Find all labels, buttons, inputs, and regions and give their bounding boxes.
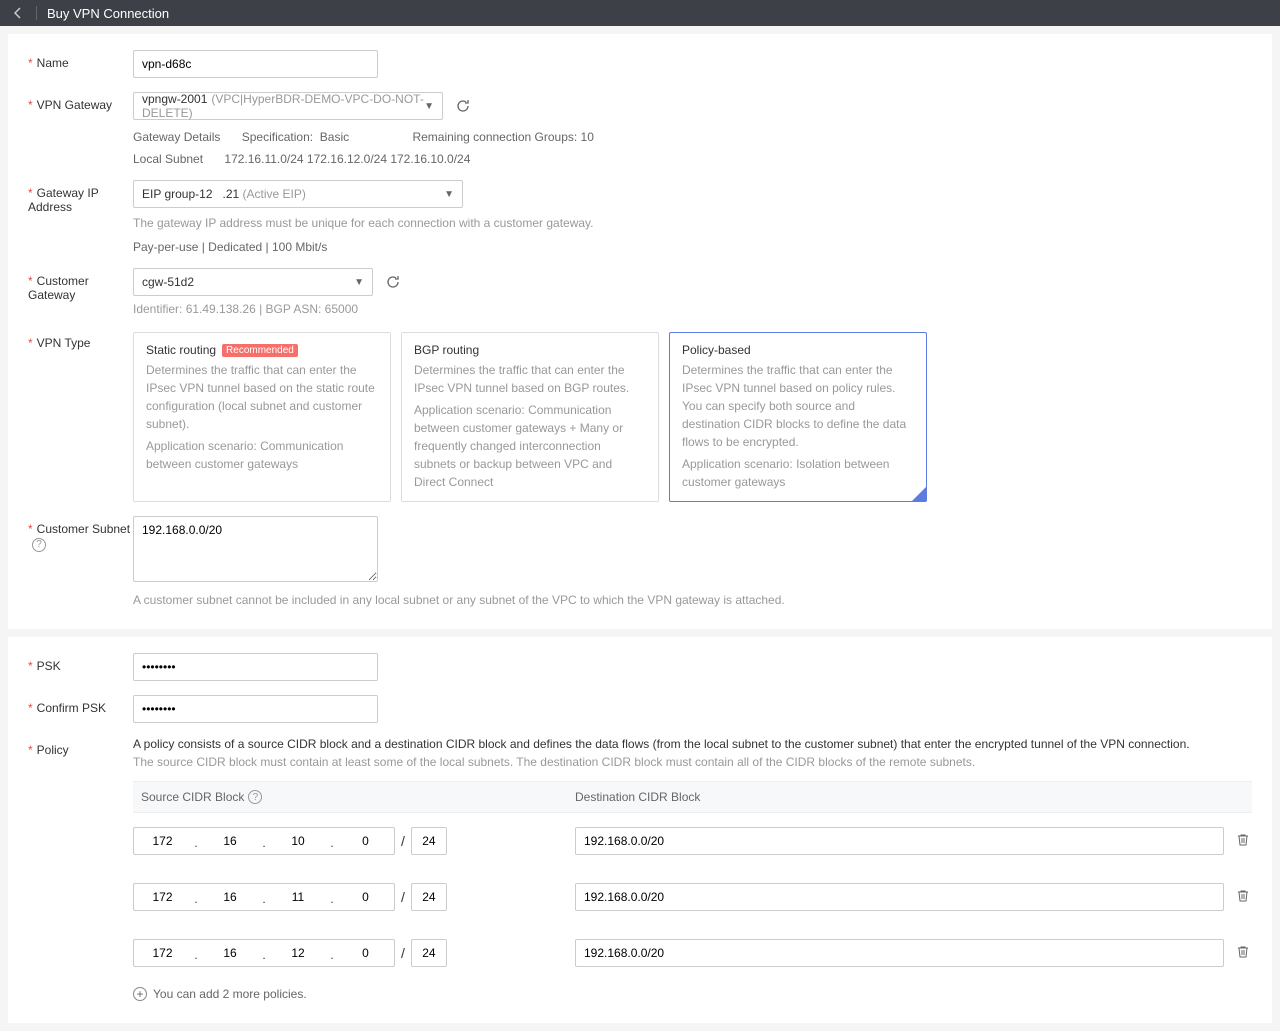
src-octet-4[interactable] bbox=[337, 827, 395, 855]
src-octet-3[interactable] bbox=[269, 939, 327, 967]
chevron-down-icon: ▼ bbox=[444, 189, 454, 200]
vpn-type-bgp[interactable]: BGP routing Determines the traffic that … bbox=[401, 332, 659, 502]
src-octet-4[interactable] bbox=[337, 939, 395, 967]
add-policy-link[interactable]: + You can add 2 more policies. bbox=[133, 987, 1252, 1001]
label-customer-subnet: *Customer Subnet ? bbox=[28, 516, 133, 552]
plus-icon: + bbox=[133, 987, 147, 1001]
dot: . bbox=[327, 939, 337, 967]
label-name: *Name bbox=[28, 50, 133, 70]
confirm-psk-input[interactable] bbox=[133, 695, 378, 723]
vpn-gateway-select[interactable]: vpngw-2001(VPC|HyperBDR-DEMO-VPC-DO-NOT-… bbox=[133, 92, 443, 120]
gateway-ip-billing: Pay-per-use | Dedicated | 100 Mbit/s bbox=[133, 240, 1252, 254]
policy-row: . . . / bbox=[133, 813, 1252, 869]
policy-row: . . . / bbox=[133, 925, 1252, 981]
label-policy: *Policy bbox=[28, 737, 133, 757]
chevron-left-icon bbox=[14, 7, 22, 19]
refresh-vpn-gateway[interactable] bbox=[453, 96, 473, 116]
dst-cidr-input[interactable] bbox=[575, 939, 1224, 967]
src-octet-4[interactable] bbox=[337, 883, 395, 911]
delete-policy-button[interactable] bbox=[1236, 889, 1252, 905]
src-octet-3[interactable] bbox=[269, 827, 327, 855]
src-octet-2[interactable] bbox=[201, 883, 259, 911]
chevron-down-icon: ▼ bbox=[354, 277, 364, 288]
refresh-icon bbox=[386, 275, 400, 289]
slash: / bbox=[401, 945, 405, 961]
gateway-details-line: Gateway Details Specification: Basic Rem… bbox=[133, 130, 1252, 144]
src-octet-2[interactable] bbox=[201, 939, 259, 967]
label-confirm-psk: *Confirm PSK bbox=[28, 695, 133, 715]
label-gateway-ip: *Gateway IP Address bbox=[28, 180, 133, 214]
name-input[interactable] bbox=[133, 50, 378, 78]
policy-hint: The source CIDR block must contain at le… bbox=[133, 755, 1252, 769]
dot: . bbox=[327, 827, 337, 855]
chevron-down-icon: ▼ bbox=[424, 101, 434, 112]
page-header: Buy VPN Connection bbox=[0, 0, 1280, 26]
customer-subnet-hint: A customer subnet cannot be included in … bbox=[133, 593, 1252, 607]
trash-icon bbox=[1236, 833, 1250, 847]
policy-desc: A policy consists of a source CIDR block… bbox=[133, 737, 1252, 751]
refresh-icon bbox=[456, 99, 470, 113]
back-button[interactable] bbox=[10, 5, 26, 21]
policy-table-header: Source CIDR Block? Destination CIDR Bloc… bbox=[133, 781, 1252, 813]
gateway-ip-hint: The gateway IP address must be unique fo… bbox=[133, 216, 1252, 230]
help-icon[interactable]: ? bbox=[248, 790, 262, 804]
src-octet-1[interactable] bbox=[133, 939, 191, 967]
local-subnet-line: Local Subnet 172.16.11.0/24 172.16.12.0/… bbox=[133, 152, 1252, 166]
label-customer-gateway: *Customer Gateway bbox=[28, 268, 133, 302]
src-mask[interactable] bbox=[411, 883, 447, 911]
label-vpn-type: *VPN Type bbox=[28, 330, 133, 350]
page-title: Buy VPN Connection bbox=[47, 6, 169, 21]
vpn-type-cards: Static routingRecommended Determines the… bbox=[133, 332, 1252, 502]
dot: . bbox=[191, 827, 201, 855]
dst-cidr-input[interactable] bbox=[575, 827, 1224, 855]
trash-icon bbox=[1236, 945, 1250, 959]
psk-input[interactable] bbox=[133, 653, 378, 681]
slash: / bbox=[401, 833, 405, 849]
refresh-customer-gateway[interactable] bbox=[383, 272, 403, 292]
delete-policy-button[interactable] bbox=[1236, 833, 1252, 849]
dot: . bbox=[327, 883, 337, 911]
trash-icon bbox=[1236, 889, 1250, 903]
panel-psk-policy: *PSK *Confirm PSK *Policy A policy consi… bbox=[8, 637, 1272, 1023]
policy-rows: . . . / . . . / bbox=[133, 813, 1252, 981]
header-divider bbox=[36, 6, 37, 20]
label-psk: *PSK bbox=[28, 653, 133, 673]
gateway-ip-select[interactable]: EIP group-12 .21 (Active EIP) ▼ bbox=[133, 180, 463, 208]
panel-connection: *Name *VPN Gateway vpngw-2001(VPC|HyperB… bbox=[8, 34, 1272, 629]
dot: . bbox=[191, 939, 201, 967]
src-octet-1[interactable] bbox=[133, 883, 191, 911]
dot: . bbox=[191, 883, 201, 911]
dot: . bbox=[259, 883, 269, 911]
delete-policy-button[interactable] bbox=[1236, 945, 1252, 961]
src-octet-1[interactable] bbox=[133, 827, 191, 855]
vpn-type-static[interactable]: Static routingRecommended Determines the… bbox=[133, 332, 391, 502]
src-octet-2[interactable] bbox=[201, 827, 259, 855]
dst-cidr-input[interactable] bbox=[575, 883, 1224, 911]
label-vpn-gateway: *VPN Gateway bbox=[28, 92, 133, 112]
dot: . bbox=[259, 939, 269, 967]
vpn-type-policy[interactable]: Policy-based Determines the traffic that… bbox=[669, 332, 927, 502]
customer-gateway-identifier: Identifier: 61.49.138.26 | BGP ASN: 6500… bbox=[133, 302, 1252, 316]
policy-row: . . . / bbox=[133, 869, 1252, 925]
customer-subnet-input[interactable]: 192.168.0.0/20 bbox=[133, 516, 378, 582]
src-octet-3[interactable] bbox=[269, 883, 327, 911]
customer-gateway-select[interactable]: cgw-51d2 ▼ bbox=[133, 268, 373, 296]
src-mask[interactable] bbox=[411, 827, 447, 855]
recommended-badge: Recommended bbox=[222, 344, 298, 357]
src-mask[interactable] bbox=[411, 939, 447, 967]
slash: / bbox=[401, 889, 405, 905]
dot: . bbox=[259, 827, 269, 855]
help-icon[interactable]: ? bbox=[32, 538, 46, 552]
